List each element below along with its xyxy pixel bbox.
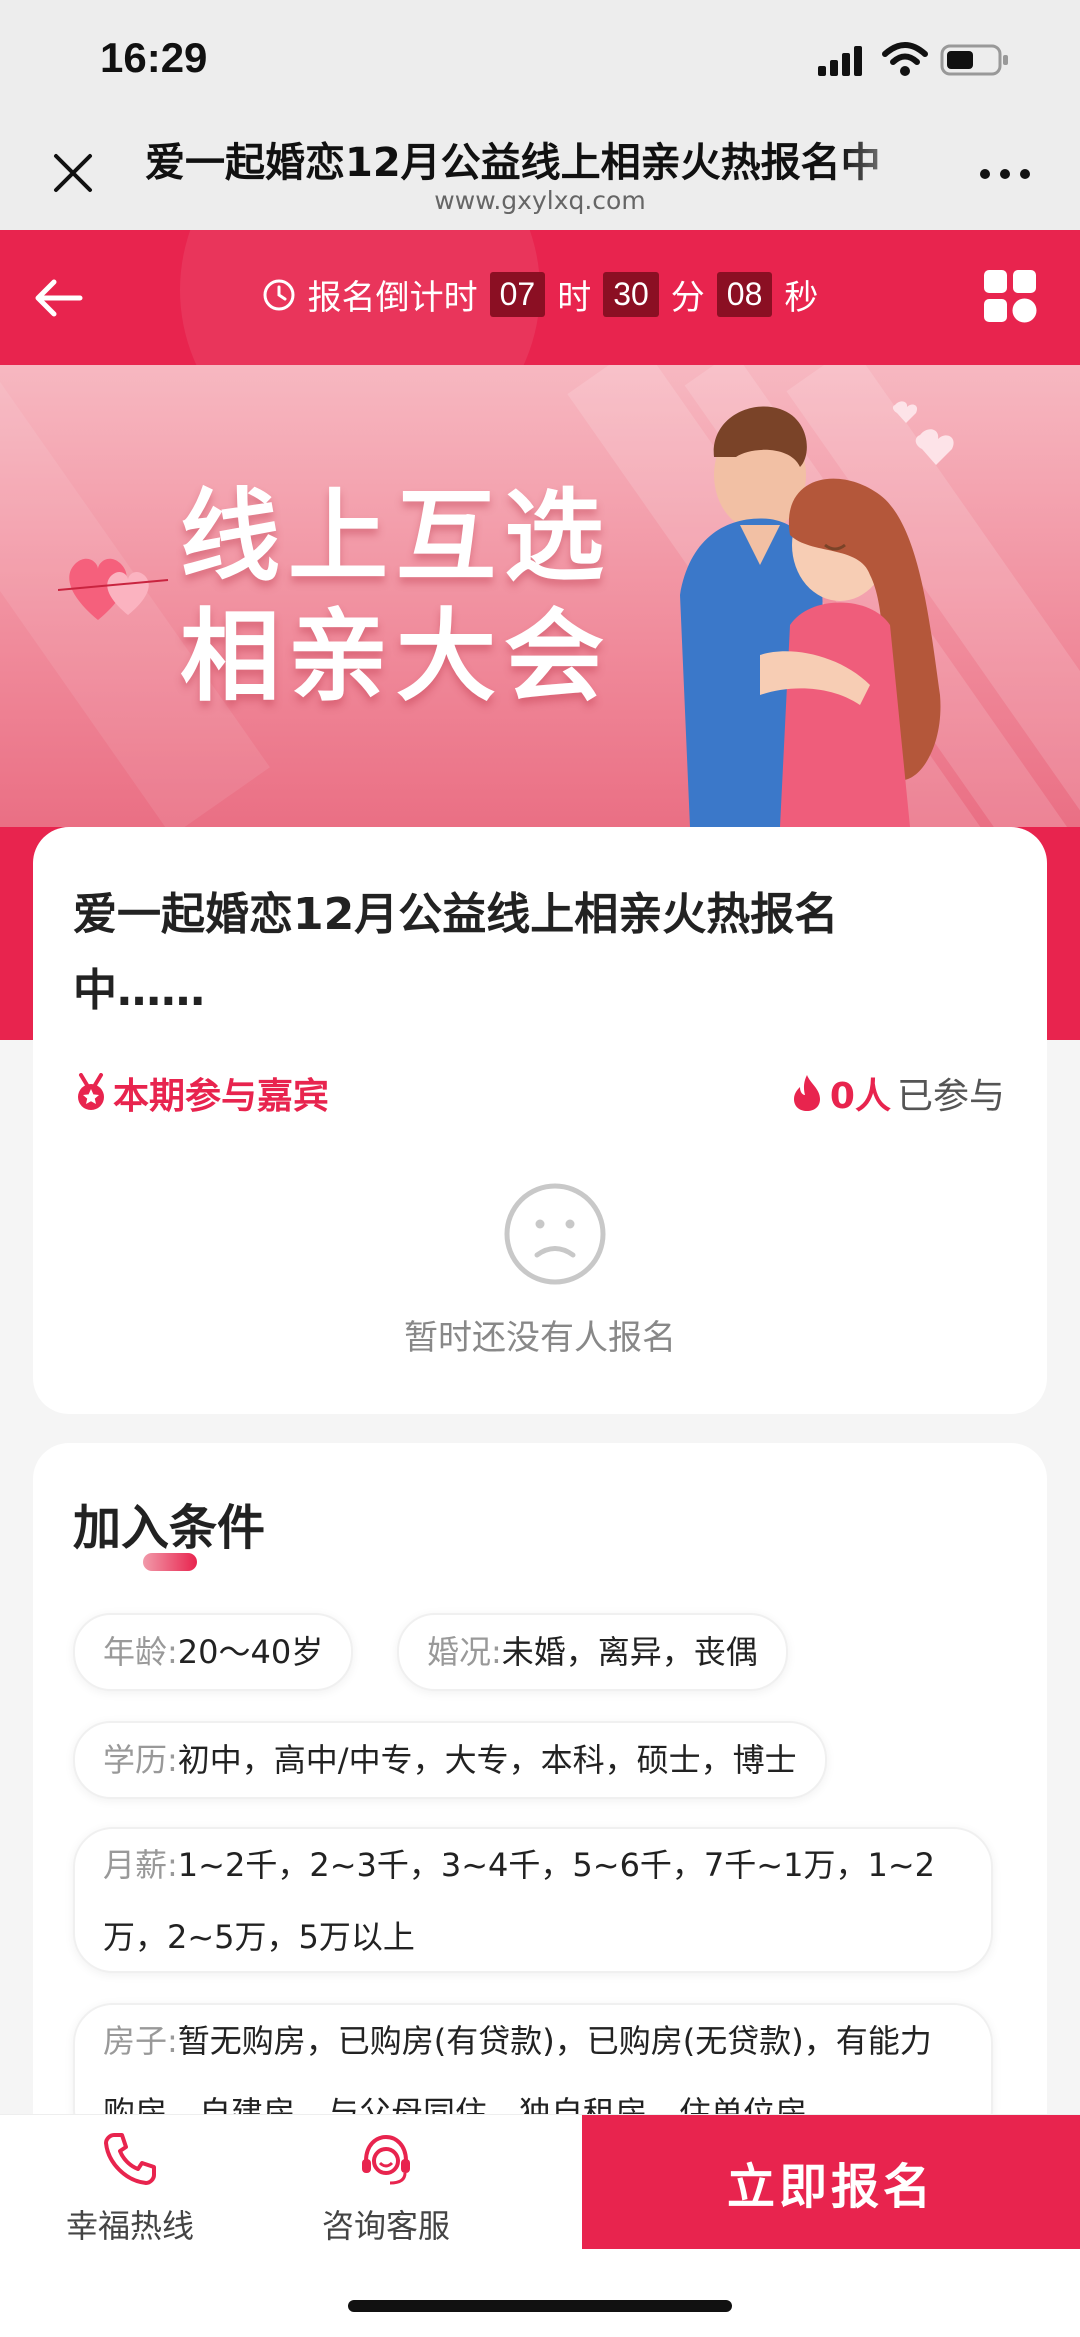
countdown-seconds-unit: 秒: [784, 278, 819, 318]
house-label: 房子:: [103, 2022, 178, 2060]
condition-age: 年龄:20～40岁: [73, 1613, 354, 1691]
grid-icon[interactable]: [982, 268, 1038, 324]
countdown-minutes: 30: [603, 272, 659, 317]
signup-button[interactable]: 立即报名: [582, 2115, 1080, 2249]
more-icon[interactable]: [978, 166, 1032, 182]
age-value: 20～40岁: [177, 1633, 324, 1671]
education-label: 学历:: [103, 1741, 178, 1779]
status-bar: 16:29: [0, 0, 1080, 118]
battery-icon: [940, 44, 1008, 76]
headset-icon: [362, 2134, 410, 2185]
service-label: 咨询客服: [321, 2207, 450, 2245]
guests-heading: 本期参与嘉宾: [73, 1067, 329, 1119]
title-underline: [143, 1553, 197, 1571]
salary-value: 1~2千，2~3千，3~4千，5~6千，7千~1万，1~2万，2~5万，5万以上: [103, 1846, 935, 1956]
status-time: 16:29: [100, 34, 208, 81]
countdown-prefix: 报名倒计时: [307, 278, 478, 318]
hearts-icon: [58, 558, 169, 620]
phone-icon: [104, 2133, 156, 2185]
participant-number: 0人: [829, 1076, 891, 1117]
participant-count: 0人 已参与: [790, 1067, 1005, 1119]
flame-icon: [793, 1075, 820, 1111]
page-title: 爱一起婚恋12月公益线上相亲火热报名中: [145, 140, 881, 186]
participant-suffix: 已参与: [896, 1076, 1005, 1117]
title-bar: 爱一起婚恋12月公益线上相亲火热报名中 www.gxylxq.com: [0, 118, 1080, 230]
condition-salary: 月薪:1~2千，2~3千，3~4千，5~6千，7千~1万，1~2万，2~5万，5…: [73, 1827, 993, 1973]
condition-marital: 婚况:未婚，离异，丧偶: [397, 1613, 788, 1691]
couple-illustration: [680, 401, 954, 827]
countdown-hours: 07: [489, 272, 546, 317]
empty-signup-text: 暂时还没有人报名: [404, 1318, 676, 1358]
guests-label: 本期参与嘉宾: [113, 1076, 330, 1117]
medal-icon: [78, 1073, 104, 1110]
countdown-header: 报名倒计时 07 时 30 分 08 秒: [0, 230, 1080, 365]
education-value: 初中，高中/中专，大专，本科，硕士，博士: [177, 1741, 797, 1779]
home-indicator[interactable]: [348, 2300, 732, 2312]
countdown-hours-unit: 时: [557, 278, 592, 318]
countdown: 报名倒计时 07 时 30 分 08 秒: [0, 270, 1080, 319]
marital-label: 婚况:: [427, 1633, 502, 1671]
countdown-minutes-unit: 分: [670, 278, 705, 318]
countdown-seconds: 08: [716, 272, 773, 317]
event-card: 爱一起婚恋12月公益线上相亲火热报名中…… 本期参与嘉宾 0人 已参与 暂时还没…: [33, 827, 1047, 1414]
wifi-icon: [882, 42, 928, 76]
sad-face-icon: [504, 1183, 606, 1285]
marital-value: 未婚，离异，丧偶: [501, 1633, 758, 1671]
hotline-button[interactable]: 幸福热线: [60, 2129, 200, 2247]
event-title: 爱一起婚恋12月公益线上相亲火热报名中……: [73, 889, 839, 1016]
hotline-label: 幸福热线: [65, 2207, 194, 2245]
age-label: 年龄:: [103, 1633, 178, 1671]
event-banner: 线上互选 相亲大会: [0, 365, 1080, 827]
customer-service-button[interactable]: 咨询客服: [316, 2129, 456, 2247]
condition-education: 学历:初中，高中/中专，大专，本科，硕士，博士: [73, 1721, 827, 1799]
banner-line-2: 相亲大会: [180, 598, 612, 715]
page-url: www.gxylxq.com: [434, 186, 646, 215]
signal-icon: [818, 46, 862, 76]
clock-icon: [263, 279, 295, 310]
salary-label: 月薪:: [103, 1846, 178, 1884]
conditions-title: 加入条件: [73, 1500, 266, 1556]
